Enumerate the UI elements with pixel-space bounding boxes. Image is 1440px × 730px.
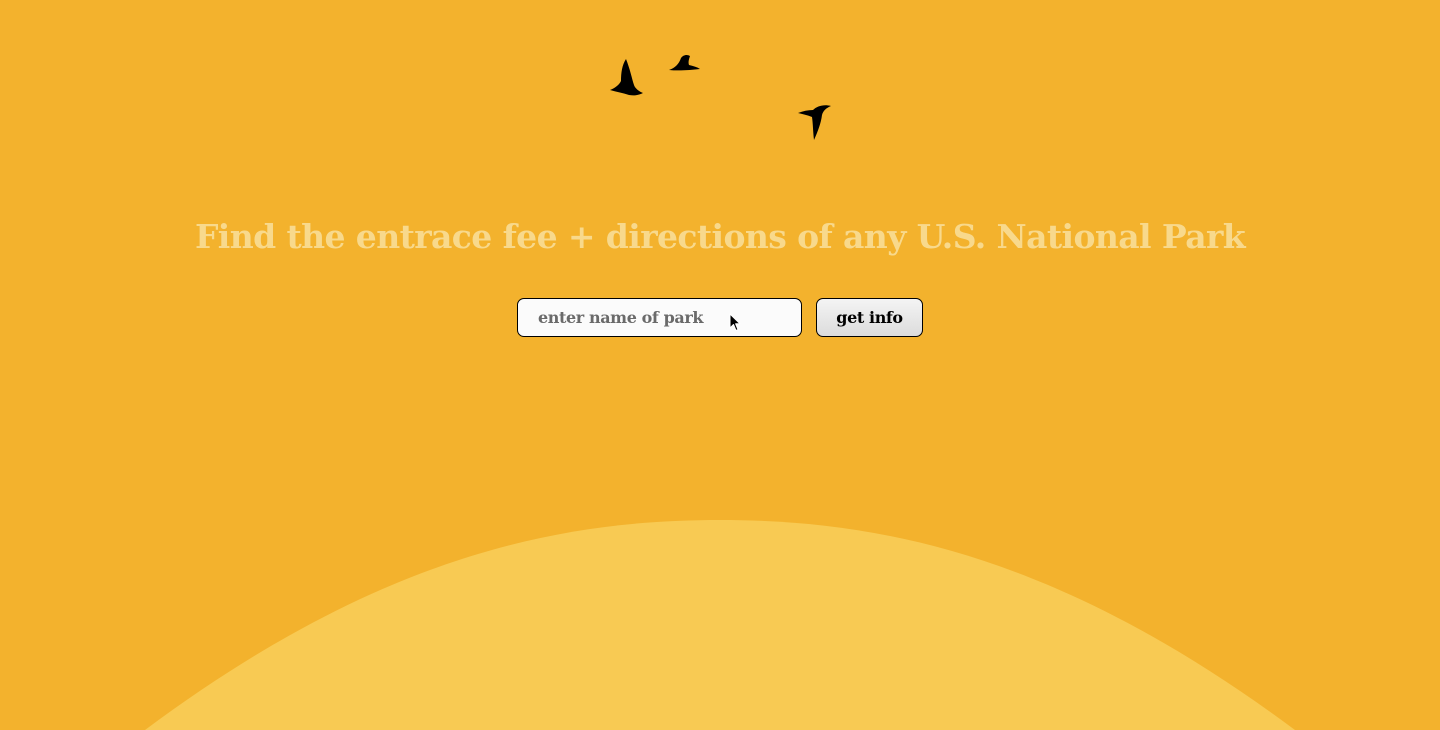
bird-icon — [797, 102, 833, 142]
get-info-button[interactable]: get info — [816, 298, 923, 337]
sun-shape — [145, 520, 1295, 730]
page-title: Find the entrace fee + directions of any… — [194, 217, 1246, 256]
search-form: get info — [517, 298, 923, 337]
hero-scene: Find the entrace fee + directions of any… — [0, 0, 1440, 730]
park-name-input[interactable] — [517, 298, 802, 337]
bird-icon — [667, 52, 701, 74]
bird-icon — [609, 57, 645, 99]
mouse-cursor-icon — [729, 313, 741, 332]
